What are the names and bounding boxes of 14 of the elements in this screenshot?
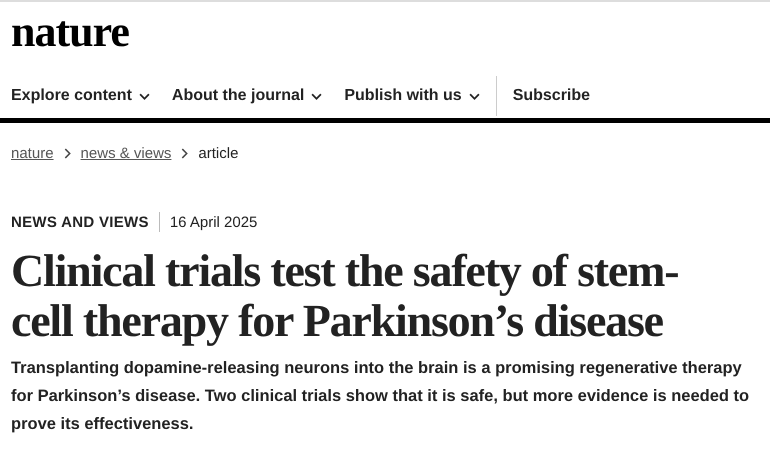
nav-menu-item[interactable]: Subscribe [512,87,590,105]
nav-menu-item[interactable]: Publish with us [344,87,480,105]
standfirst: Transplanting dopamine-releasing neurons into the brain is a promising regenerative therapy for Parkinson’s disease. Two clinical trials show that it is safe, but more evidence is needed to prove its effectiveness. [11,359,750,433]
chevron-right-icon [181,148,188,159]
nav-menu-item[interactable]: About the journal [172,87,322,105]
article-title: Clinical trials test the safety of stem-cell therapy for Parkinson’s disease [11,245,678,346]
breadcrumb-link[interactable]: nature [11,145,54,162]
article-type: NEWS AND VIEWS [11,214,149,230]
chevron-right-icon [64,148,71,159]
publish-date: 16 April 2025 [170,214,258,230]
nav-menu-item[interactable]: Explore content [11,87,150,105]
logo[interactable]: nature [11,10,129,54]
breadcrumb-current: article [198,145,238,162]
breadcrumb-link[interactable]: news & views [80,145,172,162]
